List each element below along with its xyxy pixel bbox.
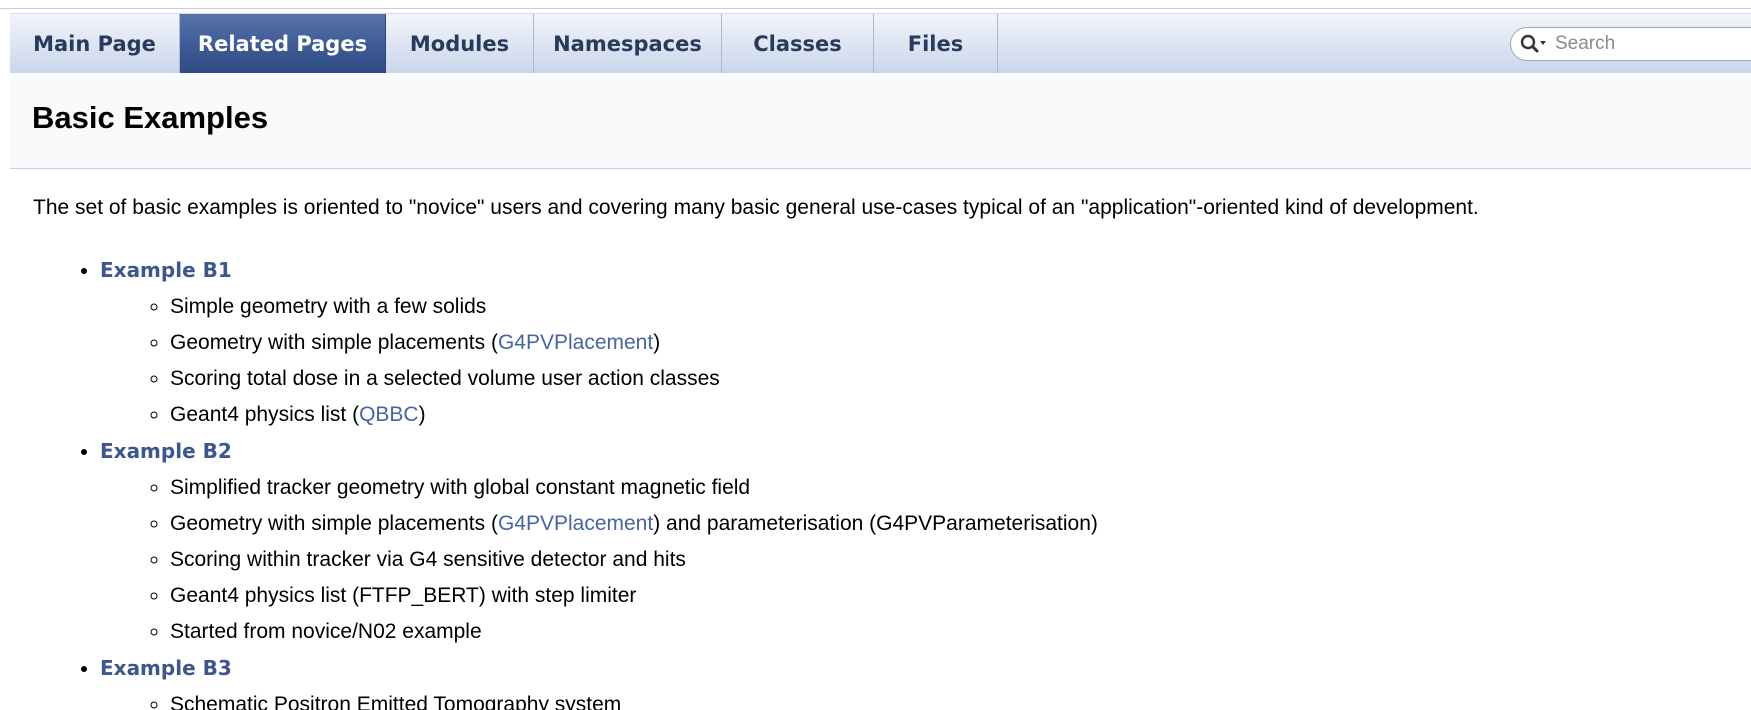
- tab-namespaces[interactable]: Namespaces: [534, 14, 722, 73]
- item-text: Simplified tracker geometry with global …: [170, 476, 751, 499]
- example-b2-details: Simplified tracker geometry with global …: [100, 470, 1098, 650]
- list-item: Geometry with simple placements (G4PVPla…: [170, 506, 1098, 542]
- nav-tabs: Main Page Related Pages Modules Namespac…: [10, 13, 1751, 74]
- item-text: Geant4 physics list (FTFP_BERT) with ste…: [170, 584, 637, 607]
- intro-text: The set of basic examples is oriented to…: [33, 196, 1479, 219]
- list-item: Simplified tracker geometry with global …: [170, 470, 1098, 506]
- list-item: Schematic Positron Emitted Tomography sy…: [170, 687, 1098, 710]
- item-text: Geant4 physics list (: [170, 403, 360, 426]
- example-b1-details: Simple geometry with a few solids Geomet…: [100, 289, 1098, 433]
- tab-modules[interactable]: Modules: [386, 14, 534, 73]
- examples-list: Example B1 Simple geometry with a few so…: [62, 252, 1098, 710]
- list-item: Geometry with simple placements (G4PVPla…: [170, 325, 1098, 361]
- item-text: Started from novice/N02 example: [170, 620, 482, 643]
- search-input[interactable]: [1549, 33, 1751, 55]
- tab-related-pages[interactable]: Related Pages: [180, 14, 386, 73]
- search-box: [1510, 27, 1751, 61]
- list-item-example-b1: Example B1 Simple geometry with a few so…: [100, 252, 1098, 433]
- search-icon[interactable]: [1519, 32, 1549, 56]
- list-item-example-b2: Example B2 Simplified tracker geometry w…: [100, 433, 1098, 650]
- page-header: Basic Examples: [10, 73, 1751, 169]
- item-text: Geometry with simple placements (: [170, 512, 498, 535]
- page-title: Basic Examples: [32, 100, 269, 135]
- page: Main Page Related Pages Modules Namespac…: [0, 0, 1751, 710]
- list-item: Simple geometry with a few solids: [170, 289, 1098, 325]
- item-text: Geometry with simple placements (: [170, 331, 498, 354]
- example-b2-link[interactable]: Example B2: [100, 439, 232, 463]
- example-b3-details: Schematic Positron Emitted Tomography sy…: [100, 687, 1098, 710]
- item-text: ): [653, 331, 661, 354]
- qbbc-link[interactable]: QBBC: [359, 403, 419, 426]
- list-item: Started from novice/N02 example: [170, 614, 1098, 650]
- list-item: Geant4 physics list (FTFP_BERT) with ste…: [170, 578, 1098, 614]
- g4pvplacement-link[interactable]: G4PVPlacement: [498, 331, 653, 354]
- tab-files[interactable]: Files: [874, 14, 998, 73]
- example-b3-link[interactable]: Example B3: [100, 656, 232, 680]
- g4pvplacement-link[interactable]: G4PVPlacement: [498, 512, 653, 535]
- top-divider: [0, 8, 1751, 9]
- list-item-example-b3: Example B3 Schematic Positron Emitted To…: [100, 650, 1098, 710]
- tab-classes[interactable]: Classes: [722, 14, 874, 73]
- item-text: ) and parameterisation (G4PVParameterisa…: [653, 512, 1098, 535]
- list-item: Scoring total dose in a selected volume …: [170, 361, 1098, 397]
- item-text: Scoring within tracker via G4 sensitive …: [170, 548, 686, 571]
- item-text: Scoring total dose in a selected volume …: [170, 367, 720, 390]
- item-text: Schematic Positron Emitted Tomography sy…: [170, 693, 622, 710]
- tab-main-page[interactable]: Main Page: [10, 14, 180, 73]
- list-item: Geant4 physics list (QBBC): [170, 397, 1098, 433]
- list-item: Scoring within tracker via G4 sensitive …: [170, 542, 1098, 578]
- item-text: ): [418, 403, 426, 426]
- item-text: Simple geometry with a few solids: [170, 295, 487, 318]
- example-b1-link[interactable]: Example B1: [100, 258, 232, 282]
